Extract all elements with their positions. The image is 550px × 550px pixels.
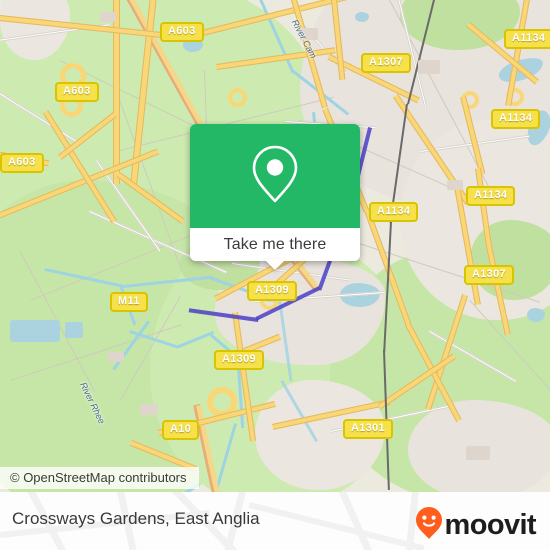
card-pointer-tail <box>264 259 286 270</box>
osm-attribution[interactable]: © OpenStreetMap contributors <box>0 467 199 489</box>
moovit-logo[interactable]: moovit <box>415 506 537 545</box>
footer-bar: Crossways Gardens, East Anglia moovit <box>0 492 550 550</box>
water-body <box>65 322 83 338</box>
road-shield: M11 <box>110 292 148 312</box>
building <box>108 352 124 362</box>
card-action-area[interactable]: Take me there <box>190 228 360 261</box>
footer-watermark-line <box>248 502 425 550</box>
building <box>140 404 158 415</box>
road-shield: A1301 <box>343 419 393 439</box>
building <box>447 180 463 190</box>
water-body <box>10 320 60 342</box>
building <box>100 12 116 22</box>
take-me-there-label: Take me there <box>223 235 327 253</box>
road-shield: A603 <box>0 153 44 173</box>
card-pin-area <box>190 124 360 228</box>
road-shield: A1307 <box>464 265 514 285</box>
building <box>466 446 490 460</box>
road-shield: A603 <box>55 82 99 102</box>
road-shield: A1134 <box>369 202 419 222</box>
building <box>418 60 440 74</box>
moovit-map-screenshot: A603 A603 A603 A1307 A1134 A1134 A1134 A1134 A13… <box>0 0 550 550</box>
road-shield: A603 <box>160 22 204 42</box>
roundabout <box>228 88 247 107</box>
map-pin-icon <box>249 143 301 210</box>
road-shield: A1309 <box>214 350 264 370</box>
moovit-wordmark: moovit <box>444 509 537 541</box>
place-title: Crossways Gardens, East Anglia <box>12 509 260 528</box>
landcover-wood <box>470 220 550 300</box>
road-shield: A1309 <box>247 281 297 301</box>
road-shield: A10 <box>162 420 200 440</box>
take-me-there-card[interactable]: Take me there <box>190 124 360 261</box>
road-shield: A1134 <box>504 29 550 49</box>
road-shield: A1134 <box>466 186 516 206</box>
road-shield: A1307 <box>361 53 411 73</box>
road-shield: A1134 <box>491 109 541 129</box>
moovit-smiley-pin-icon <box>415 506 443 545</box>
